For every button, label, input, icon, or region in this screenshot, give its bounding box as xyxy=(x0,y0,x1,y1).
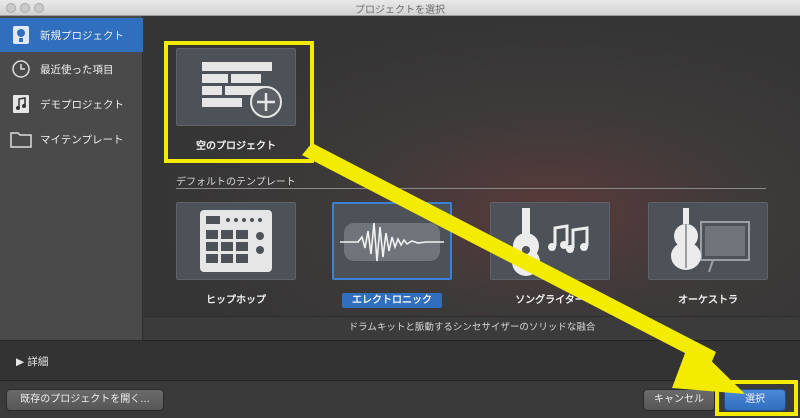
cancel-button[interactable]: キャンセル xyxy=(643,389,715,411)
waveform-icon xyxy=(340,222,444,262)
sidebar: 新規プロジェクト 最近使った項目 デモプロジェクト マイテンプレート xyxy=(0,16,143,340)
sidebar-item-label: マイテンプレート xyxy=(40,133,124,146)
details-row: ▶ 詳細 xyxy=(0,340,800,380)
music-note-icon xyxy=(10,93,32,115)
empty-project-highlight xyxy=(164,41,314,163)
sidebar-item-recent[interactable]: 最近使った項目 xyxy=(0,52,143,86)
sidebar-item-label: 最近使った項目 xyxy=(40,63,114,76)
violin-icon xyxy=(671,208,750,273)
clock-icon xyxy=(10,58,32,80)
sidebar-item-label: 新規プロジェクト xyxy=(40,29,124,42)
section-header: デフォルトのテンプレート xyxy=(176,177,296,188)
project-chooser-window: プロジェクトを選択 新規プロジェクト 最近使った項目 デモプロジェクト マイテン… xyxy=(0,0,800,418)
sidebar-item-label: デモプロジェクト xyxy=(40,98,124,111)
template-label: ソングライター xyxy=(515,295,585,306)
guitar-notes-icon xyxy=(512,208,589,276)
sidebar-item-my-templates[interactable]: マイテンプレート xyxy=(0,122,143,156)
details-disclosure[interactable]: ▶ 詳細 xyxy=(16,354,48,369)
folder-icon xyxy=(10,128,32,150)
template-description: ドラムキットと脈動するシンセサイザーのソリッドな融合 xyxy=(144,316,800,340)
template-orchestra[interactable] xyxy=(648,202,768,280)
title-bar: プロジェクトを選択 xyxy=(0,0,800,16)
template-label: ヒップホップ xyxy=(206,295,266,306)
template-electronic[interactable] xyxy=(332,202,452,280)
window-title: プロジェクトを選択 xyxy=(355,5,445,16)
template-hip-hop[interactable] xyxy=(176,202,296,280)
drum-pad-icon xyxy=(200,210,272,272)
sidebar-item-demo-projects[interactable]: デモプロジェクト xyxy=(0,87,143,121)
template-label: オーケストラ xyxy=(678,295,738,306)
button-bar: 既存のプロジェクトを開く... キャンセル 選択 xyxy=(0,380,800,418)
choose-button-highlight xyxy=(715,380,798,416)
template-label-selected: エレクトロニック xyxy=(317,291,467,308)
section-divider xyxy=(176,188,766,189)
new-project-icon xyxy=(10,24,32,46)
template-songwriter[interactable] xyxy=(490,202,610,280)
sidebar-item-new-project[interactable]: 新規プロジェクト xyxy=(0,18,143,52)
selected-label-text: エレクトロニック xyxy=(342,293,442,308)
open-existing-button[interactable]: 既存のプロジェクトを開く... xyxy=(6,389,164,411)
